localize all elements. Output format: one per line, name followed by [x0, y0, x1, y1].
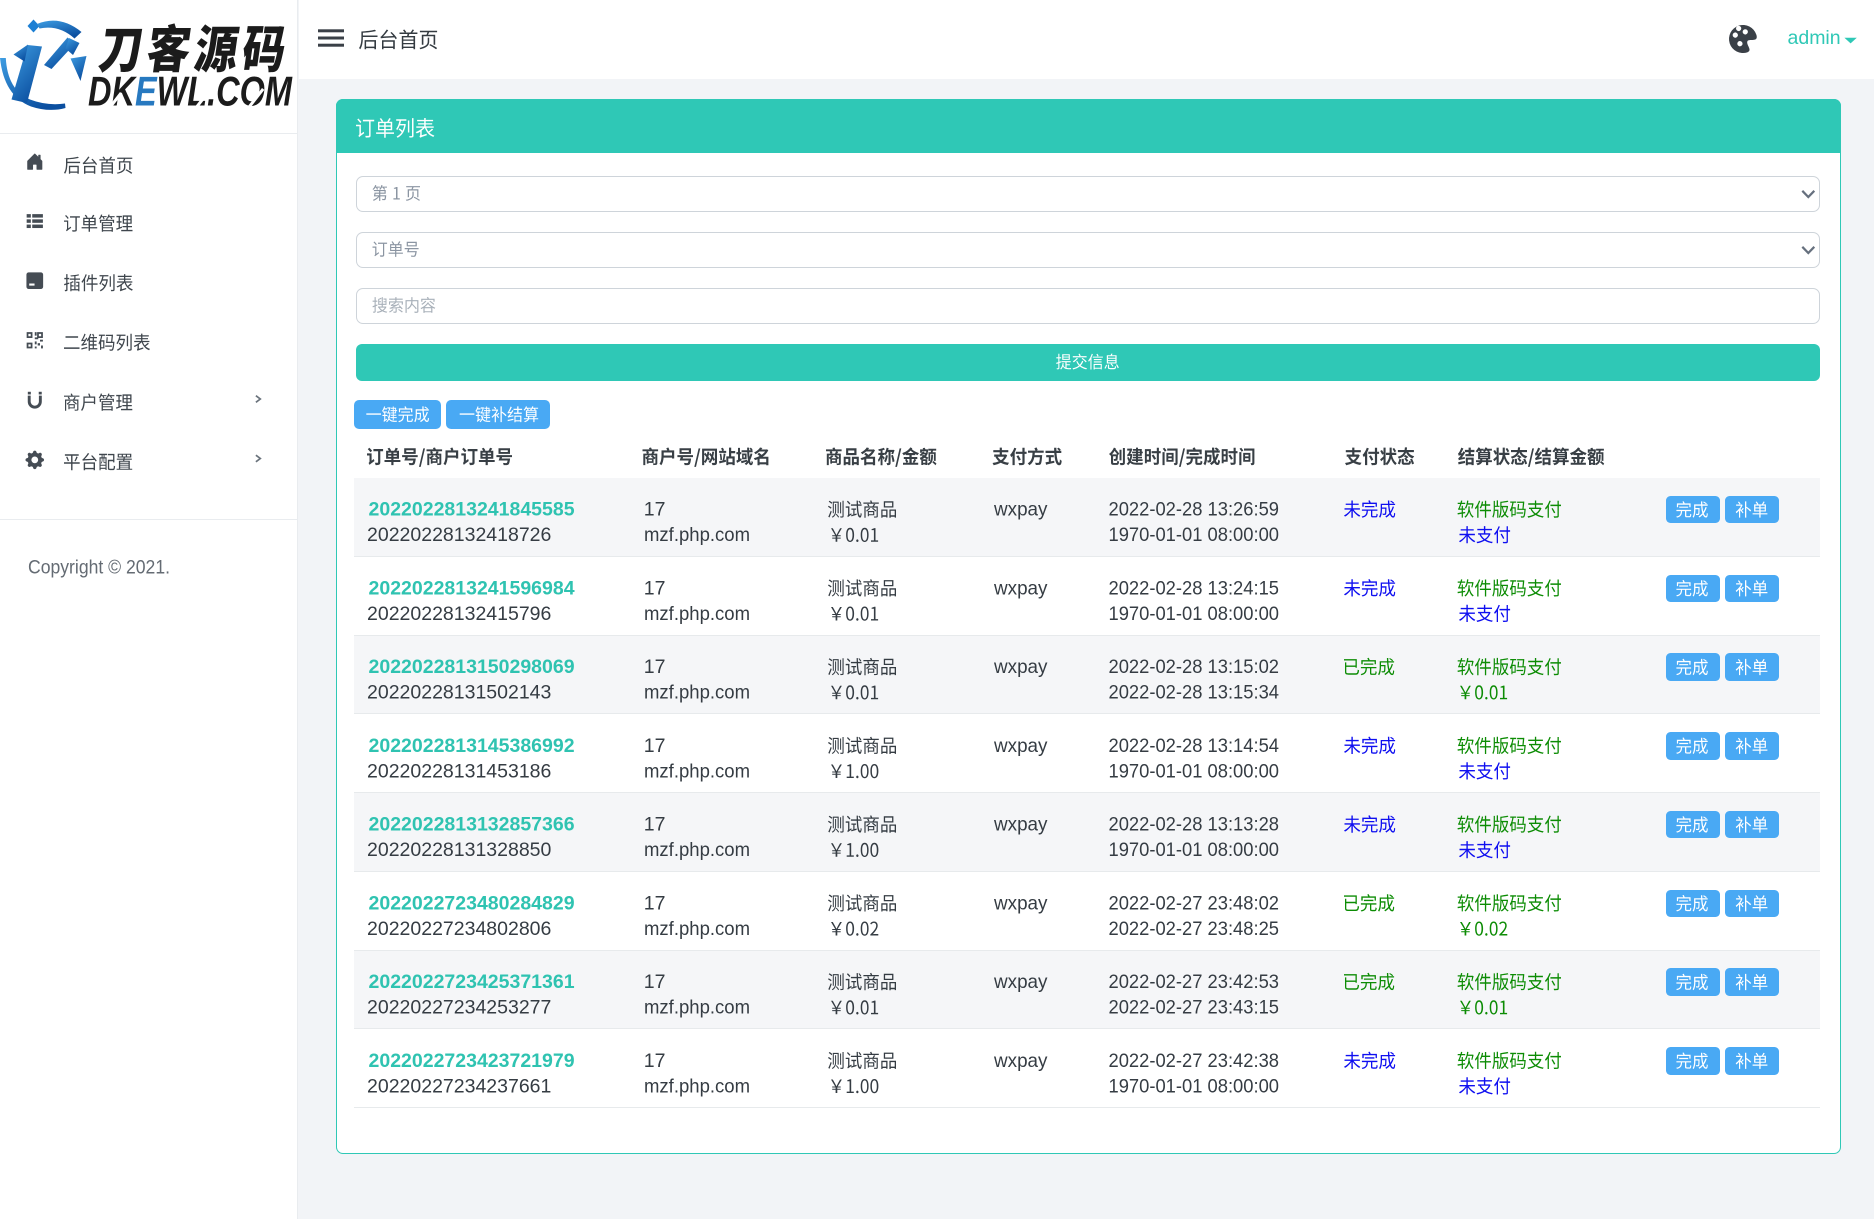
svg-text:17: 17: [644, 656, 666, 678]
svg-text:wxpay: wxpay: [993, 892, 1048, 914]
svg-text:17: 17: [644, 577, 666, 599]
svg-text:1970-01-01 08:00:00: 1970-01-01 08:00:00: [1109, 524, 1280, 546]
svg-text:mzf.php.com: mzf.php.com: [644, 524, 750, 546]
svg-text:2022022813241596984: 2022022813241596984: [369, 577, 575, 599]
svg-text:mzf.php.com: mzf.php.com: [644, 918, 750, 940]
svg-text:17: 17: [644, 735, 666, 757]
svg-text:Copyright © 2021.: Copyright © 2021.: [28, 558, 170, 579]
svg-text:17: 17: [644, 1050, 666, 1072]
svg-text:2022-02-27 23:48:02: 2022-02-27 23:48:02: [1109, 892, 1280, 914]
svg-text:17: 17: [644, 814, 666, 836]
svg-text:17: 17: [644, 892, 666, 914]
svg-text:2022022813132857366: 2022022813132857366: [369, 814, 575, 836]
svg-text:20220228131453186: 20220228131453186: [367, 760, 551, 782]
svg-text:2022-02-27 23:43:15: 2022-02-27 23:43:15: [1109, 997, 1280, 1019]
svg-text:1970-01-01 08:00:00: 1970-01-01 08:00:00: [1109, 839, 1280, 861]
svg-text:20220228131328850: 20220228131328850: [367, 839, 552, 861]
svg-text:wxpay: wxpay: [993, 1050, 1048, 1072]
svg-text:wxpay: wxpay: [993, 577, 1048, 599]
svg-text:2022022813145386992: 2022022813145386992: [369, 735, 575, 757]
svg-text:2022-02-27 23:48:25: 2022-02-27 23:48:25: [1109, 918, 1280, 940]
svg-text:1970-01-01 08:00:00: 1970-01-01 08:00:00: [1109, 1075, 1280, 1097]
svg-text:2022022813150298069: 2022022813150298069: [369, 656, 575, 678]
svg-text:2022022723423721979: 2022022723423721979: [369, 1050, 575, 1072]
svg-text:2022-02-28 13:13:28: 2022-02-28 13:13:28: [1109, 814, 1280, 836]
svg-text:2022-02-28 13:26:59: 2022-02-28 13:26:59: [1109, 499, 1280, 521]
svg-text:mzf.php.com: mzf.php.com: [644, 603, 750, 625]
svg-text:20220228132418726: 20220228132418726: [367, 524, 551, 546]
svg-text:20220228131502143: 20220228131502143: [367, 682, 551, 704]
svg-text:2022-02-27 23:42:38: 2022-02-27 23:42:38: [1109, 1050, 1280, 1072]
svg-text:wxpay: wxpay: [993, 656, 1048, 678]
svg-text:20220228132415796: 20220228132415796: [367, 603, 551, 625]
svg-text:1970-01-01 08:00:00: 1970-01-01 08:00:00: [1109, 603, 1280, 625]
svg-text:20220227234253277: 20220227234253277: [367, 997, 551, 1019]
svg-text:17: 17: [644, 971, 666, 993]
svg-text:wxpay: wxpay: [993, 814, 1048, 836]
svg-text:2022-02-28 13:15:34: 2022-02-28 13:15:34: [1109, 682, 1280, 704]
svg-text:admin: admin: [1788, 27, 1841, 49]
svg-text:mzf.php.com: mzf.php.com: [644, 839, 750, 861]
svg-text:2022-02-28 13:14:54: 2022-02-28 13:14:54: [1109, 735, 1280, 757]
svg-text:mzf.php.com: mzf.php.com: [644, 997, 750, 1019]
svg-text:mzf.php.com: mzf.php.com: [644, 682, 750, 704]
svg-text:2022022813241845585: 2022022813241845585: [369, 499, 575, 521]
svg-text:2022-02-27 23:42:53: 2022-02-27 23:42:53: [1109, 971, 1280, 993]
svg-text:20220227234237661: 20220227234237661: [367, 1075, 551, 1097]
svg-text:17: 17: [644, 499, 666, 521]
svg-text:1970-01-01 08:00:00: 1970-01-01 08:00:00: [1109, 760, 1280, 782]
svg-text:2022-02-28 13:15:02: 2022-02-28 13:15:02: [1109, 656, 1280, 678]
svg-text:wxpay: wxpay: [993, 499, 1048, 521]
svg-text:mzf.php.com: mzf.php.com: [644, 1075, 750, 1097]
svg-text:2022-02-28 13:24:15: 2022-02-28 13:24:15: [1109, 577, 1280, 599]
svg-text:wxpay: wxpay: [993, 735, 1048, 757]
svg-text:2022022723480284829: 2022022723480284829: [369, 892, 575, 914]
svg-text:wxpay: wxpay: [993, 971, 1048, 993]
svg-text:20220227234802806: 20220227234802806: [367, 918, 551, 940]
svg-text:2022022723425371361: 2022022723425371361: [369, 971, 575, 993]
svg-text:mzf.php.com: mzf.php.com: [644, 760, 750, 782]
